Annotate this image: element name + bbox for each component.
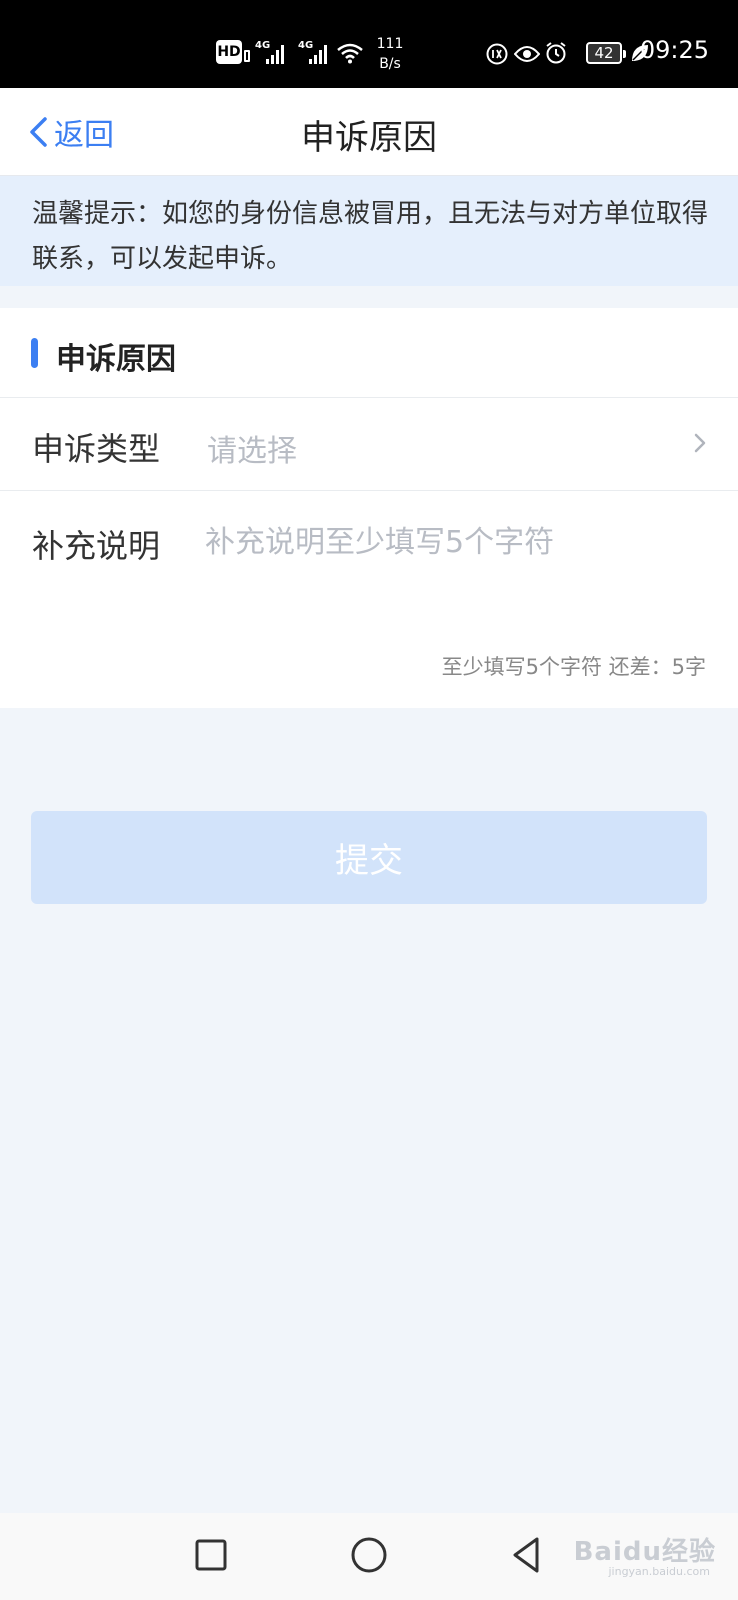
eye-comfort-icon — [514, 46, 540, 62]
chevron-right-icon — [694, 433, 706, 453]
system-navigation-bar: Baidu经验 jingyan.baidu.com — [0, 1513, 738, 1600]
supplement-row: 补充说明 至少填写5个字符 还差：5字 — [0, 491, 738, 708]
supplement-textarea[interactable] — [205, 517, 705, 637]
square-recent-icon[interactable] — [189, 1533, 233, 1577]
appeal-form-card: 申诉原因 申诉类型 请选择 补充说明 至少填写5个字符 还差：5字 — [0, 308, 738, 708]
hd-icon: HD — [216, 40, 242, 64]
appeal-type-selector[interactable]: 申诉类型 请选择 — [0, 398, 738, 491]
battery-icon: 42 — [586, 42, 626, 64]
triangle-back-icon[interactable] — [505, 1533, 549, 1577]
watermark-logo: Baidu经验 — [573, 1537, 716, 1567]
signal-icon — [266, 42, 284, 64]
section-accent-bar — [31, 338, 38, 368]
character-counter: 至少填写5个字符 还差：5字 — [441, 655, 706, 679]
volte-icon — [244, 50, 250, 62]
page-title: 申诉原因 — [301, 118, 437, 158]
navigation-bar: 返回 申诉原因 — [0, 88, 738, 176]
section-title: 申诉原因 — [56, 342, 176, 377]
wifi-icon — [337, 43, 363, 64]
submit-button[interactable]: 提交 — [31, 811, 707, 904]
status-bar: HD 4G 4G 111 B/s 42 09:25 — [0, 0, 738, 88]
speed-unit: B/s — [379, 56, 401, 72]
supplement-label: 补充说明 — [32, 527, 161, 565]
appeal-type-label: 申诉类型 — [32, 430, 161, 468]
clock: 09:25 — [639, 36, 709, 64]
tip-banner: 温馨提示：如您的身份信息被冒用，且无法与对方单位取得联系，可以发起申诉。 — [0, 176, 738, 286]
tip-text: 温馨提示：如您的身份信息被冒用，且无法与对方单位取得联系，可以发起申诉。 — [32, 199, 709, 274]
appeal-type-placeholder: 请选择 — [207, 434, 297, 469]
network-speed: 111 B/s — [374, 34, 406, 74]
section-header: 申诉原因 — [0, 308, 738, 398]
data-saver-icon — [486, 43, 508, 65]
watermark-url: jingyan.baidu.com — [608, 1565, 710, 1578]
speed-value: 111 — [376, 36, 404, 52]
circle-home-icon[interactable] — [347, 1533, 391, 1577]
alarm-icon — [546, 42, 566, 64]
signal-icon — [309, 42, 327, 64]
